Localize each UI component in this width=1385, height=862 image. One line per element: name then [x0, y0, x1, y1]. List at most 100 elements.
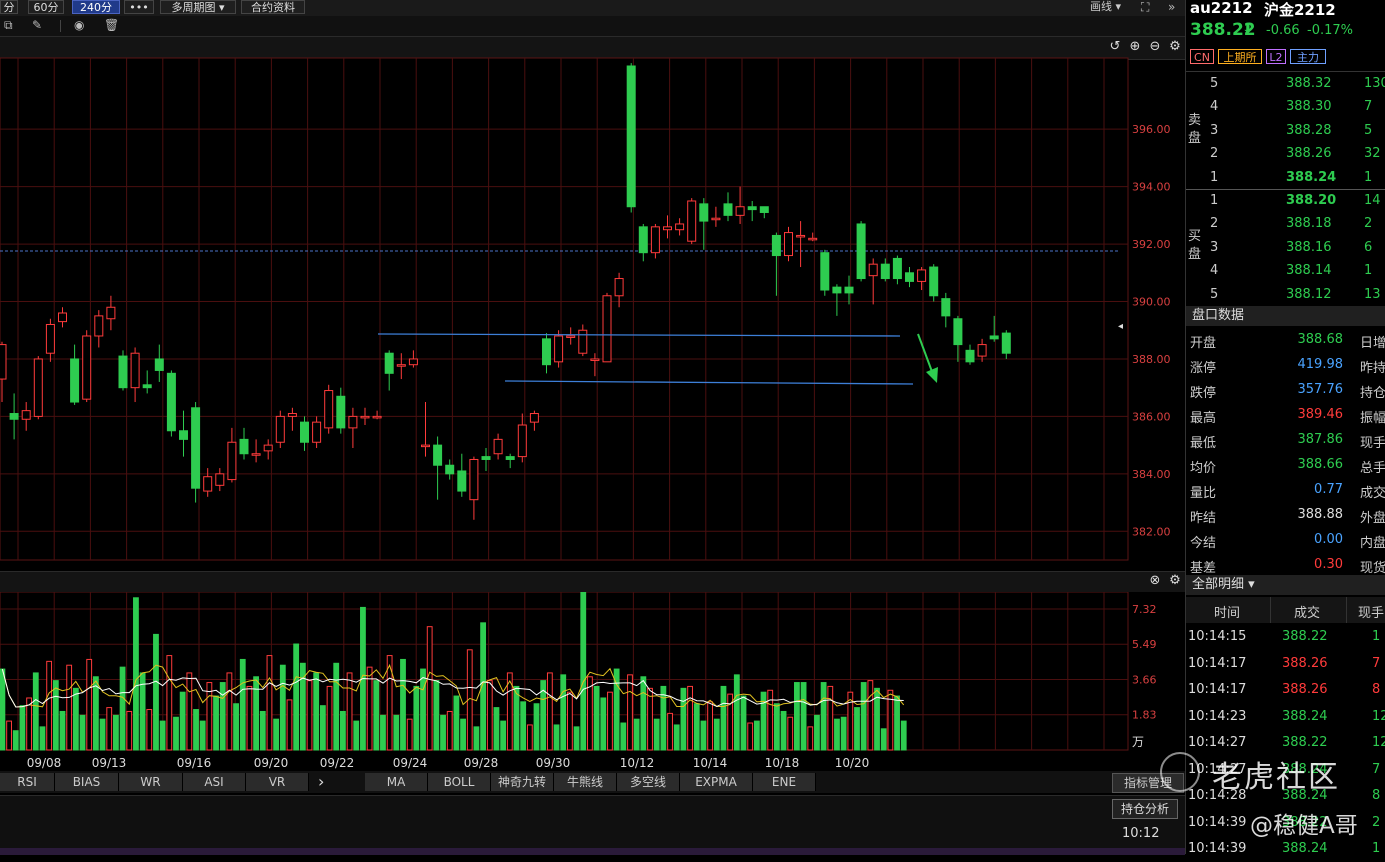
tab-bias[interactable]: BIAS — [55, 773, 119, 791]
candle-body — [905, 272, 914, 282]
stat-value: 0.00 — [1314, 532, 1343, 547]
candle-body — [275, 415, 285, 443]
ask-row[interactable]: 4 388.30 7 — [1186, 96, 1385, 119]
candle-body — [529, 413, 539, 423]
candle-body — [856, 223, 866, 280]
ask-price: 388.24 — [1286, 169, 1337, 185]
tab-bull-bear[interactable]: 牛熊线 — [554, 773, 617, 791]
stat-value: 388.68 — [1297, 332, 1344, 347]
tab-vr[interactable]: VR — [246, 773, 309, 791]
ask-row[interactable]: 5 388.32 130 — [1186, 73, 1385, 96]
watermark-author: @稳健A哥 — [1250, 813, 1358, 839]
x-axis-label: 10/20 — [835, 756, 870, 770]
bid-volume: 1 — [1364, 263, 1373, 279]
volume-bar — [153, 633, 159, 751]
volume-bar — [106, 707, 113, 751]
stat-row: 最低 387.86 现手 — [1186, 428, 1385, 453]
volume-bar — [333, 662, 340, 751]
tab-long-short[interactable]: 多空线 — [617, 773, 680, 791]
volume-bar — [834, 718, 840, 751]
bid-row[interactable]: 2 388.18 2 — [1186, 213, 1385, 236]
candle-body — [808, 237, 818, 241]
trade-price: 388.22 — [1282, 629, 1328, 644]
tab-asi[interactable]: ASI — [183, 773, 246, 791]
bid-level: 5 — [1210, 286, 1219, 302]
kline-chart[interactable]: 396.00 394.00 392.00 390.00 388.00 386.00 384.… — [0, 0, 1185, 854]
volume-bar — [393, 714, 400, 751]
volume-bar — [186, 672, 193, 751]
volume-settings-icon[interactable]: ⚙ — [1168, 574, 1182, 588]
stat-row: 涨停 419.98 昨持 — [1186, 353, 1385, 378]
candle-body — [33, 358, 43, 417]
tab-ma[interactable]: MA — [365, 773, 428, 791]
candle-body — [433, 444, 443, 466]
volume-bar — [900, 720, 907, 751]
bid-row[interactable]: 3 388.16 6 — [1186, 237, 1385, 260]
bid-row[interactable]: 1 388.20 14 — [1186, 190, 1385, 213]
candle-body — [0, 344, 7, 380]
volume-header: ⊗ ⚙ — [0, 571, 1185, 592]
position-analysis-button[interactable]: 持仓分析 — [1112, 799, 1178, 819]
ask-level: 5 — [1210, 76, 1219, 91]
volume-bar — [526, 724, 533, 751]
x-axis-label: 10/18 — [765, 756, 800, 770]
volume-bar — [12, 730, 19, 751]
x-axis-label: 09/16 — [177, 756, 212, 770]
volume-bar — [600, 697, 607, 751]
volume-bar — [633, 718, 640, 751]
candle-body — [58, 312, 67, 323]
trade-row: 10:14:17 388.26 8 — [1186, 677, 1385, 703]
tabs-next-arrow-icon[interactable]: › — [318, 772, 324, 791]
volume-bar — [860, 682, 867, 751]
volume-bar — [787, 716, 794, 751]
ask-level: 1 — [1210, 169, 1219, 185]
volume-bar — [894, 695, 900, 751]
price-axis-label: 386.00 — [1132, 410, 1171, 423]
volume-bar — [460, 718, 466, 751]
trades-title[interactable]: 全部明细 ▾ — [1186, 577, 1255, 592]
volume-bar — [133, 597, 139, 751]
ask-row[interactable]: 2 388.26 32 — [1186, 143, 1385, 166]
ask-list: 5 388.32 130 4 388.30 7 3 388.28 5 2 388.26 32 1 388.… — [1186, 73, 1385, 189]
tab-wr[interactable]: WR — [119, 773, 183, 791]
volume-bar — [19, 705, 26, 751]
volume-bar — [593, 685, 600, 751]
candle-body — [929, 266, 939, 297]
volume-bar — [259, 710, 266, 751]
candle-body — [650, 226, 660, 254]
ask-row[interactable]: 3 388.28 5 — [1186, 120, 1385, 143]
close-icon[interactable]: ⊗ — [1148, 574, 1162, 588]
ask-row[interactable]: 1 388.24 1 — [1186, 167, 1385, 190]
bid-volume: 2 — [1364, 216, 1373, 232]
volume-bar — [79, 714, 86, 751]
candle-body — [493, 438, 503, 455]
candle-body — [735, 206, 745, 216]
bid-row[interactable]: 5 388.12 13 — [1186, 284, 1385, 307]
trade-time: 10:14:27 — [1188, 735, 1247, 750]
tab-ene[interactable]: ENE — [753, 773, 816, 791]
candle-body — [45, 323, 55, 354]
candle-body — [554, 335, 564, 363]
volume-bar — [226, 672, 233, 751]
bid-price: 388.18 — [1286, 216, 1332, 232]
volume-axis-label: 3.66 — [1132, 673, 1157, 686]
tab-td9[interactable]: 神奇九转 — [491, 773, 554, 791]
volume-bar — [159, 720, 166, 751]
candle-body — [796, 234, 806, 238]
volume-bar — [473, 726, 480, 751]
ask-price: 388.32 — [1286, 76, 1332, 91]
trades-header[interactable]: 全部明细 ▾ — [1186, 575, 1385, 595]
ask-volume: 5 — [1364, 122, 1373, 138]
candle-body — [70, 358, 80, 403]
badge-cn: CN — [1190, 49, 1214, 64]
bid-row[interactable]: 4 388.14 1 — [1186, 260, 1385, 283]
bid-volume: 6 — [1364, 239, 1373, 255]
candle-body — [348, 415, 358, 429]
tab-rsi[interactable]: RSI — [0, 773, 55, 791]
volume-bar — [146, 709, 153, 751]
candle-body — [421, 444, 430, 448]
volume-bar — [620, 722, 627, 751]
tab-expma[interactable]: EXPMA — [680, 773, 753, 791]
divider — [1270, 597, 1271, 623]
tab-boll[interactable]: BOLL — [428, 773, 491, 791]
